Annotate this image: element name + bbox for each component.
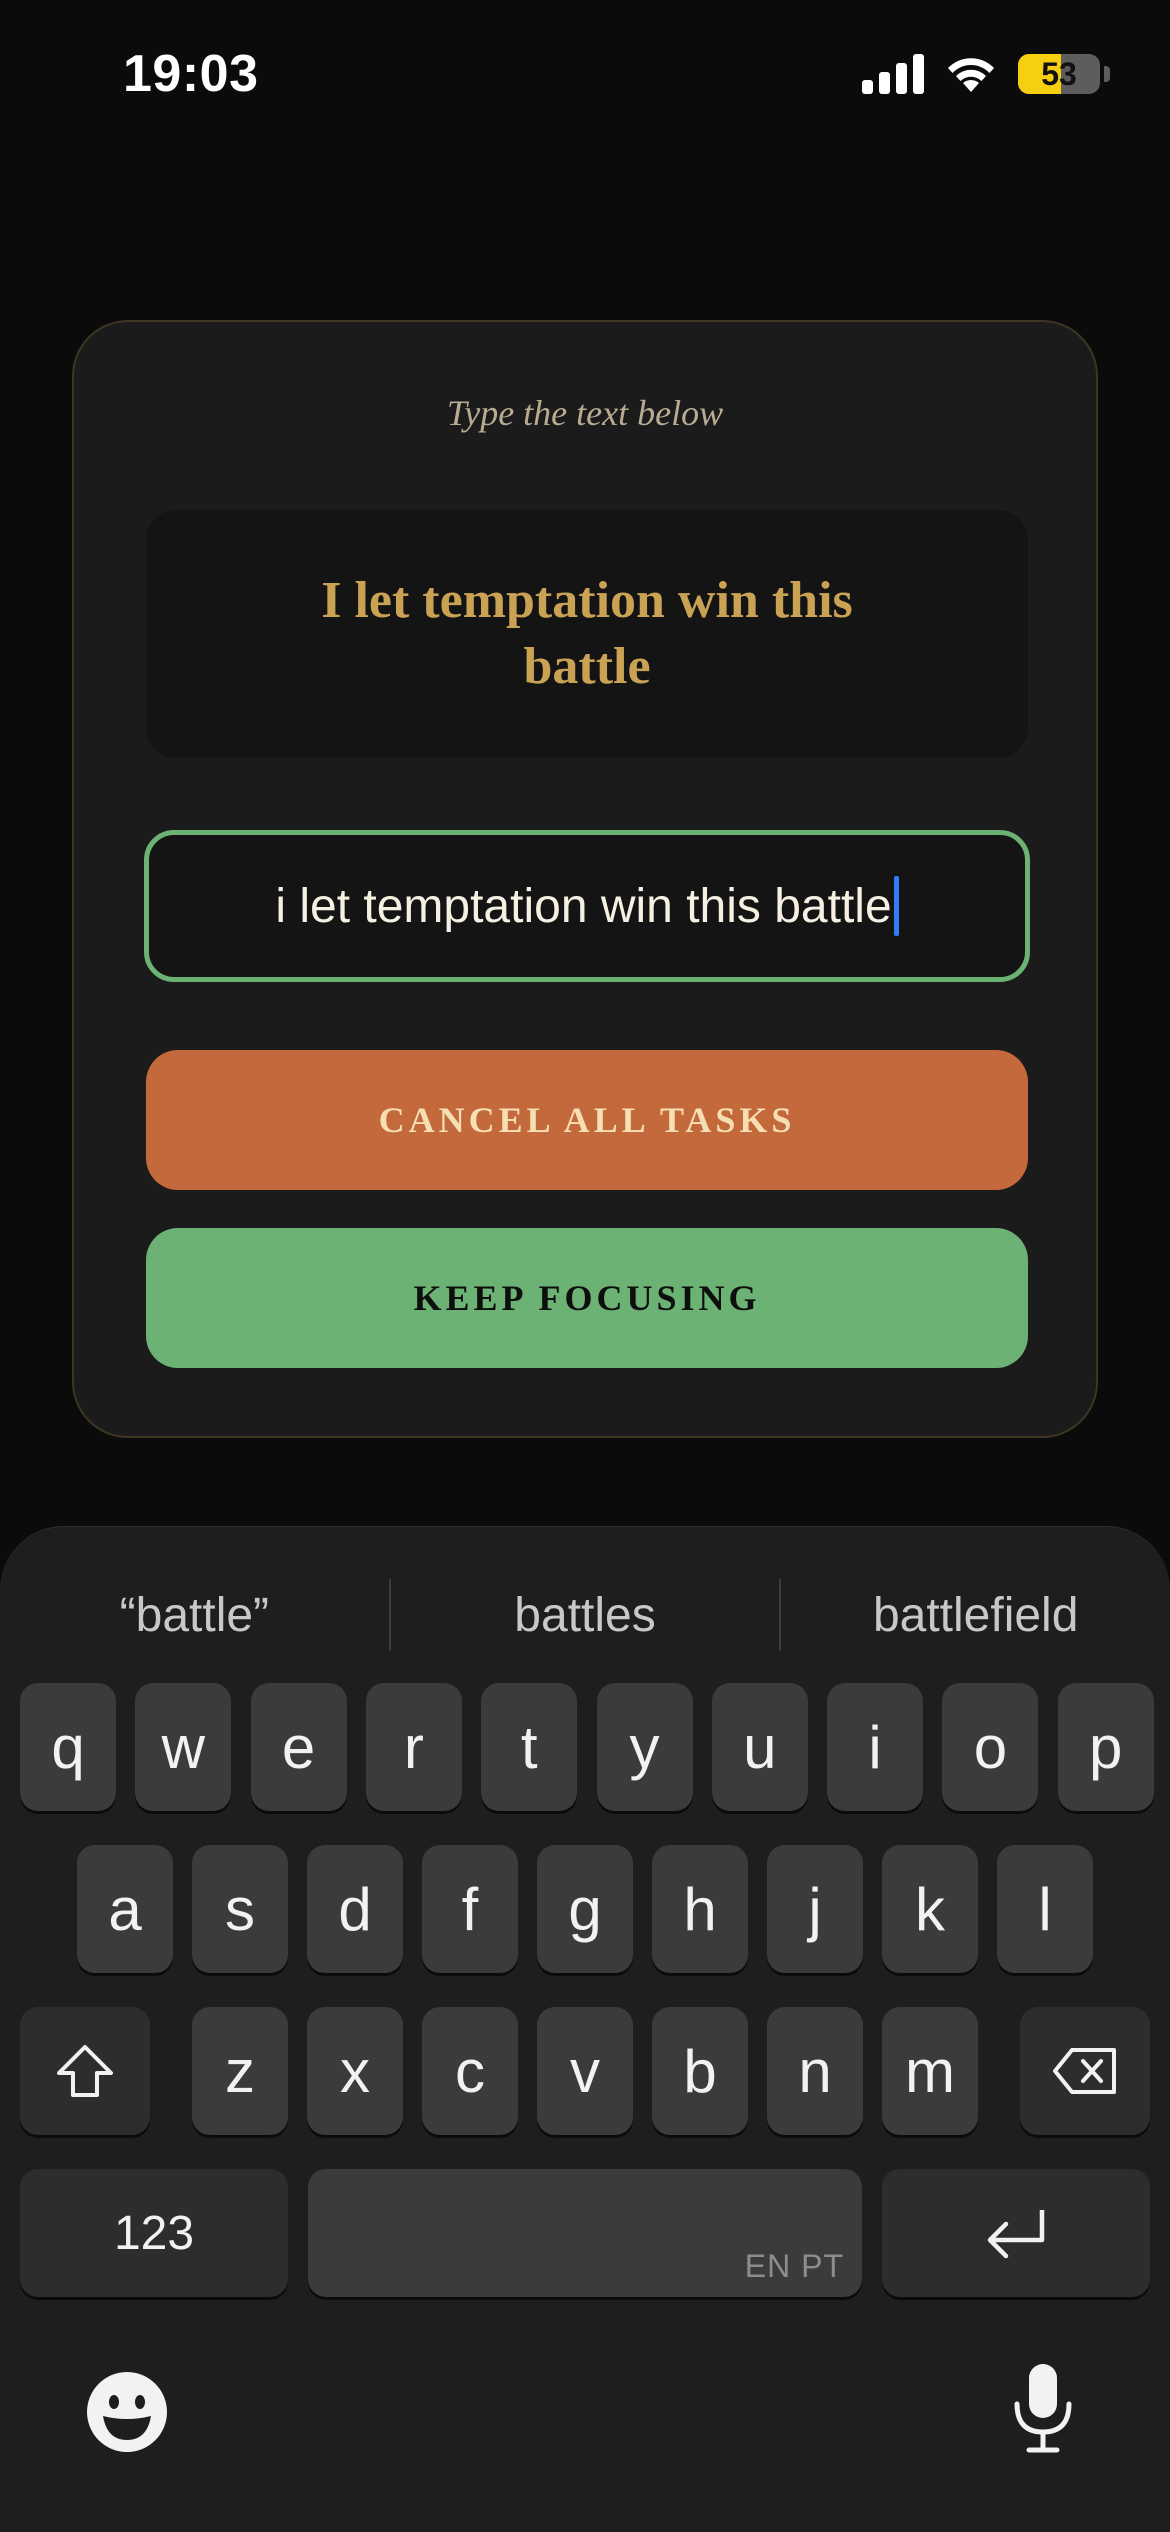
key-h[interactable]: h [652, 1845, 748, 1973]
status-time: 19:03 [123, 45, 259, 103]
numbers-key-label: 123 [113, 2206, 195, 2260]
key-t[interactable]: t [481, 1683, 578, 1811]
text-caret [893, 876, 899, 936]
keep-focusing-button[interactable]: KEEP FOCUSING [146, 1228, 1028, 1368]
emoji-button[interactable] [82, 2367, 172, 2457]
key-e[interactable]: e [250, 1683, 347, 1811]
key-r[interactable]: r [365, 1683, 462, 1811]
battery-percent: 53 [1041, 55, 1077, 92]
key-o[interactable]: o [942, 1683, 1039, 1811]
numbers-key[interactable]: 123 [20, 2169, 288, 2297]
status-bar: 19:03 53 [0, 0, 1170, 150]
return-icon [987, 2210, 1045, 2259]
key-d[interactable]: d [307, 1845, 403, 1973]
key-w[interactable]: w [135, 1683, 232, 1811]
key-n[interactable]: n [767, 2007, 863, 2135]
wifi-icon [948, 58, 994, 92]
key-j[interactable]: j [767, 1845, 863, 1973]
key-f[interactable]: f [422, 1845, 518, 1973]
microphone-icon [1014, 2364, 1072, 2453]
key-u[interactable]: u [711, 1683, 808, 1811]
key-y[interactable]: y [596, 1683, 693, 1811]
shift-icon [57, 2045, 113, 2097]
key-p[interactable]: p [1057, 1683, 1154, 1811]
emoji-icon [87, 2372, 167, 2452]
key-s[interactable]: s [192, 1845, 288, 1973]
suggestion-item[interactable]: “battle” [0, 1588, 389, 1643]
delete-key[interactable] [1020, 2007, 1150, 2135]
screen: 19:03 53 Type the text below I let tempt… [0, 0, 1170, 2532]
cancel-all-tasks-button[interactable]: CANCEL ALL TASKS [146, 1050, 1028, 1190]
confirm-dialog: Type the text below I let temptation win… [72, 320, 1098, 1438]
dictation-button[interactable] [998, 2363, 1088, 2453]
key-m[interactable]: m [882, 2007, 978, 2135]
typing-input[interactable]: i let temptation win this battle [144, 830, 1030, 982]
suggestion-bar: “battle” battles battlefield [0, 1565, 1170, 1665]
battery-cap [1104, 66, 1110, 82]
suggestion-item[interactable]: battlefield [781, 1588, 1170, 1643]
battery-icon: 53 [1018, 54, 1100, 94]
return-key[interactable] [882, 2169, 1150, 2297]
key-i[interactable]: i [827, 1683, 924, 1811]
key-c[interactable]: c [422, 2007, 518, 2135]
suggestion-item[interactable]: battles [391, 1588, 780, 1643]
backspace-icon [1053, 2048, 1116, 2094]
key-x[interactable]: x [307, 2007, 403, 2135]
typing-input-value: i let temptation win this battle [275, 879, 892, 933]
shift-key[interactable] [20, 2007, 150, 2135]
target-text-box: I let temptation win this battle [146, 510, 1028, 758]
key-l[interactable]: l [997, 1845, 1093, 1973]
key-z[interactable]: z [192, 2007, 288, 2135]
key-k[interactable]: k [882, 1845, 978, 1973]
key-v[interactable]: v [537, 2007, 633, 2135]
key-g[interactable]: g [537, 1845, 633, 1973]
keyboard: “battle” battles battlefield qwertyuiop … [0, 1526, 1170, 2532]
space-key-languages: EN PT [744, 2248, 844, 2284]
status-icons: 53 [862, 52, 1110, 96]
dialog-instruction: Type the text below [446, 393, 724, 433]
target-text: I let temptation win this battle [321, 572, 853, 695]
key-q[interactable]: q [20, 1683, 116, 1811]
cellular-signal-icon [862, 54, 924, 94]
key-b[interactable]: b [652, 2007, 748, 2135]
key-a[interactable]: a [77, 1845, 173, 1973]
space-key[interactable]: EN PT [308, 2169, 862, 2297]
